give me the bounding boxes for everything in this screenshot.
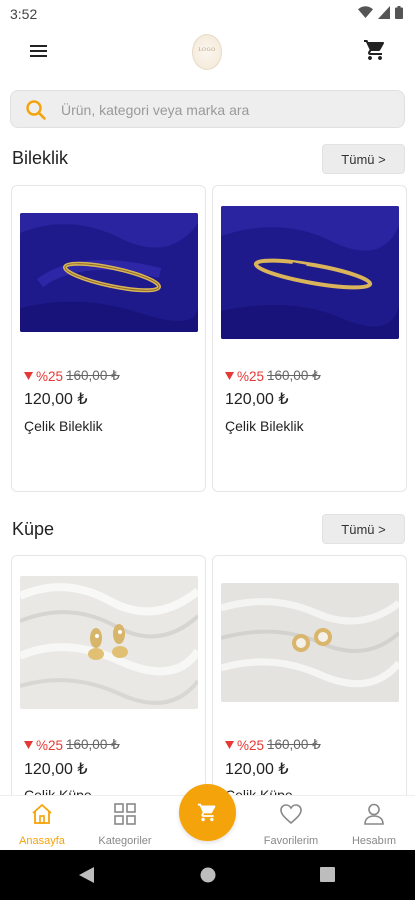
hamburger-icon [30,45,47,47]
brand-logo: LOGO [192,34,222,70]
home-icon [32,804,52,824]
product-image [20,576,198,709]
cart-icon [364,40,384,60]
old-price: 160,00 ₺ [267,737,321,752]
discount-percent: %25 [36,368,64,384]
section-title-kupe: Küpe [12,519,55,539]
price: 120,00 ₺ [225,391,289,408]
price: 120,00 ₺ [24,761,88,778]
wifi-icon [358,6,373,18]
nav-label: Favorilerim [263,835,319,847]
back-icon[interactable] [79,867,94,883]
grid-icon [114,803,136,825]
system-navigation-bar [0,850,415,900]
price-row: %25 160,00 ₺ [24,368,120,384]
header-cart-button[interactable] [363,38,387,67]
discount-down-icon [24,741,33,749]
price: 120,00 ₺ [24,391,88,408]
section-title-bileklik: Bileklik [12,148,69,168]
price-row: %25 160,00 ₺ [225,368,321,384]
home-circle-icon[interactable] [200,867,216,883]
status-bar: 3:52 [0,0,415,28]
nav-item-kategoriler[interactable]: Kategoriler [85,796,165,851]
product-image [221,206,399,339]
cart-icon [197,803,216,822]
price-row: %25 160,00 ₺ [24,737,120,753]
status-icons [358,6,403,19]
nav-item-hesabim[interactable]: Hesabım [334,796,414,851]
nav-label: Anasayfa [19,835,65,847]
signal-icon [378,6,390,19]
product-image [221,583,399,702]
product-card[interactable]: %25 160,00 ₺ 120,00 ₺ Çelik Küpe [212,555,407,805]
old-price: 160,00 ₺ [66,368,120,383]
discount-percent: %25 [237,737,265,753]
price-row: %25 160,00 ₺ [225,737,321,753]
nav-item-anasayfa[interactable]: Anasayfa [2,796,82,851]
product-card[interactable]: %25 160,00 ₺ 120,00 ₺ Çelik Küpe [11,555,206,805]
discount-percent: %25 [237,368,265,384]
price: 120,00 ₺ [225,761,289,778]
recents-icon[interactable] [320,867,335,882]
product-name: Çelik Bileklik [225,418,304,434]
product-name: Çelik Bileklik [24,418,103,434]
see-all-kupe-button[interactable]: Tümü > [322,514,405,544]
search-icon [26,100,46,120]
battery-icon [395,6,403,19]
user-icon [364,803,384,825]
cart-fab-button[interactable] [179,784,236,841]
nav-label: Kategoriler [98,835,152,847]
product-image [20,213,198,332]
search-input[interactable] [61,97,391,123]
logo-text: LOGO [198,47,216,53]
discount-down-icon [24,372,33,380]
old-price: 160,00 ₺ [66,737,120,752]
discount-down-icon [225,372,234,380]
app-header: LOGO [0,28,415,76]
see-all-bileklik-button[interactable]: Tümü > [322,144,405,174]
product-card[interactable]: %25 160,00 ₺ 120,00 ₺ Çelik Bileklik [212,185,407,492]
old-price: 160,00 ₺ [267,368,321,383]
nav-item-favorilerim[interactable]: Favorilerim [251,796,331,851]
discount-percent: %25 [36,737,64,753]
search-bar[interactable] [10,90,405,128]
nav-label: Hesabım [351,835,397,847]
product-card[interactable]: %25 160,00 ₺ 120,00 ₺ Çelik Bileklik [11,185,206,492]
discount-down-icon [225,741,234,749]
status-time: 3:52 [10,6,38,22]
heart-icon [280,804,302,825]
menu-button[interactable] [30,42,54,62]
